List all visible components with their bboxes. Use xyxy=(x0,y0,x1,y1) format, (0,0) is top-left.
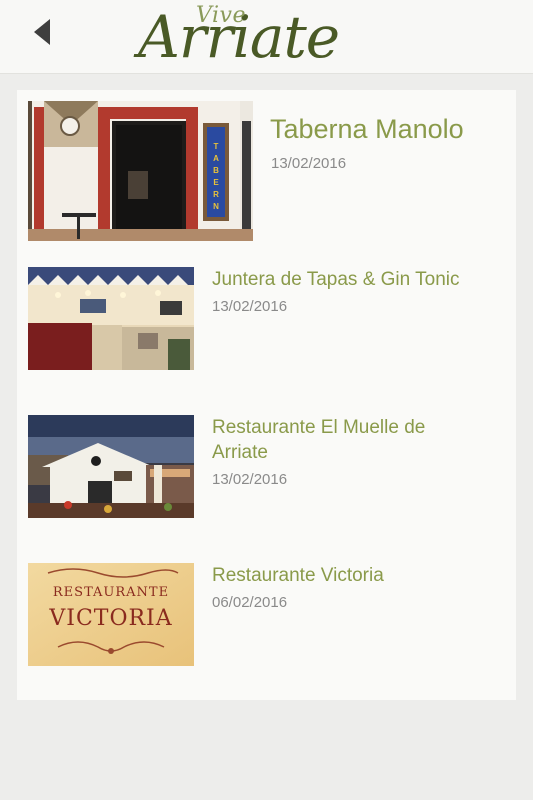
item-date: 13/02/2016 xyxy=(212,471,288,488)
back-arrow-icon xyxy=(34,19,50,45)
list-item[interactable]: T A B E R N Taberna Manolo 13/02/2016 xyxy=(17,101,516,243)
svg-text:T: T xyxy=(214,142,219,151)
app-header: Arriate Vive xyxy=(0,0,533,74)
svg-text:N: N xyxy=(213,202,219,211)
item-title: Juntera de Tapas & Gin Tonic xyxy=(212,269,460,290)
logo-subtitle: Vive xyxy=(196,3,246,28)
item-title: Restaurante Victoria xyxy=(212,565,384,586)
sign-line-1: RESTAURANTE xyxy=(53,585,169,600)
thumbnail-image xyxy=(28,415,194,518)
item-date: 13/02/2016 xyxy=(271,155,347,172)
item-title: Restaurante El Muelle de Arriate xyxy=(212,417,426,463)
svg-text:A: A xyxy=(213,154,219,163)
svg-text:R: R xyxy=(213,190,219,199)
thumbnail-image xyxy=(28,267,194,370)
list-item[interactable]: Juntera de Tapas & Gin Tonic 13/02/2016 xyxy=(17,267,516,370)
sign-line-2: VICTORIA xyxy=(48,606,172,631)
app-logo: Arriate Vive xyxy=(138,0,408,73)
list-item[interactable]: Restaurante El Muelle de Arriate 13/02/2… xyxy=(17,415,516,518)
item-title: Taberna Manolo xyxy=(270,114,464,144)
list-item[interactable]: RESTAURANTE VICTORIA Restaurante Victori… xyxy=(17,563,516,666)
thumbnail-image: RESTAURANTE VICTORIA xyxy=(28,563,194,666)
thumbnail-image: T A B E R N xyxy=(28,101,253,241)
svg-text:B: B xyxy=(213,166,219,175)
back-button[interactable] xyxy=(24,12,64,52)
item-date: 06/02/2016 xyxy=(212,594,288,611)
restaurant-list: T A B E R N Taberna Manolo 13/02/2016 Ju… xyxy=(17,90,516,700)
svg-text:E: E xyxy=(213,178,219,187)
item-date: 13/02/2016 xyxy=(212,298,288,315)
